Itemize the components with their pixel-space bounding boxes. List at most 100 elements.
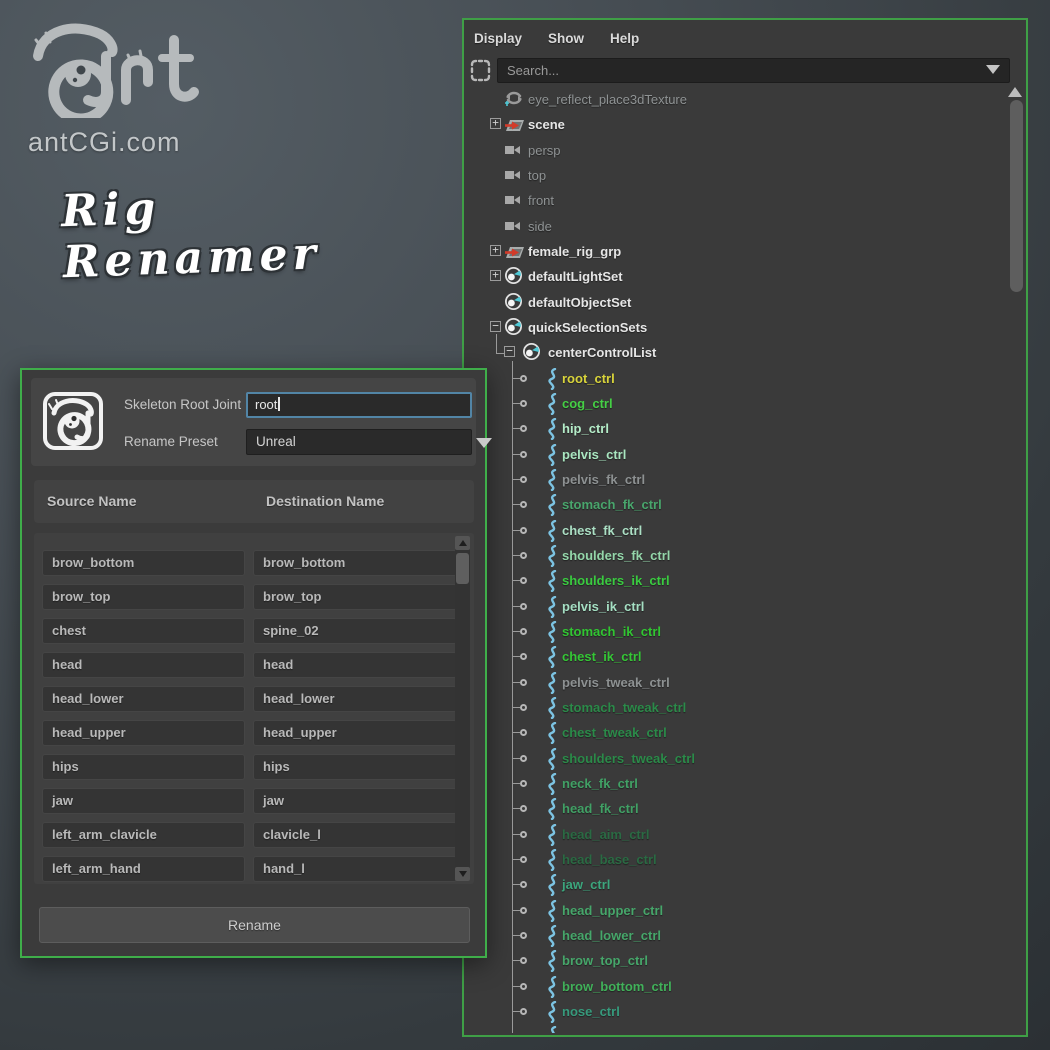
outliner-scrollbar-thumb[interactable] [1010, 100, 1023, 292]
scroll-down-button[interactable] [455, 867, 470, 881]
outliner-item-head_aim_ctrl[interactable]: head_aim_ctrl [464, 822, 1006, 847]
outliner-item-scene[interactable]: + scene [464, 112, 1006, 137]
selection-filter-icon[interactable] [470, 59, 491, 82]
tree-branch-line [512, 732, 520, 734]
outliner-item[interactable] [464, 1024, 1006, 1033]
source-cell[interactable]: head_lower [42, 686, 245, 712]
outliner-item-stomach_fk_ctrl[interactable]: stomach_fk_ctrl [464, 492, 1006, 517]
outliner-item-neck_fk_ctrl[interactable]: neck_fk_ctrl [464, 771, 1006, 796]
rename-preset-dropdown[interactable]: Unreal [246, 429, 472, 455]
table-row: brow_bottom brow_bottom [34, 550, 474, 576]
tree-branch-line [512, 529, 520, 531]
source-cell[interactable]: hips [42, 754, 245, 780]
tree-item-label: scene [528, 117, 565, 133]
outliner-item-quickSelectionSets[interactable]: − quickSelectionSets [464, 315, 1006, 340]
outliner-item-side[interactable]: side [464, 214, 1006, 239]
destination-cell[interactable]: head [253, 652, 457, 678]
source-cell[interactable]: jaw [42, 788, 245, 814]
outliner-item-shoulders_tweak_ctrl[interactable]: shoulders_tweak_ctrl [464, 746, 1006, 771]
destination-cell[interactable]: hand_l [253, 856, 457, 882]
outliner-item-defaultLightSet[interactable]: + defaultLightSet [464, 264, 1006, 289]
outliner-item-chest_fk_ctrl[interactable]: chest_fk_ctrl [464, 518, 1006, 543]
outliner-item-cog_ctrl[interactable]: cog_ctrl [464, 391, 1006, 416]
skeleton-root-joint-input[interactable]: root [246, 392, 472, 418]
source-cell[interactable]: chest [42, 618, 245, 644]
outliner-item-pelvis_tweak_ctrl[interactable]: pelvis_tweak_ctrl [464, 670, 1006, 695]
outliner-item-eye_reflect_place3dTexture[interactable]: eye_reflect_place3dTexture [464, 87, 1006, 112]
destination-cell[interactable]: jaw [253, 788, 457, 814]
outliner-item-stomach_ik_ctrl[interactable]: stomach_ik_ctrl [464, 619, 1006, 644]
outliner-item-hip_ctrl[interactable]: hip_ctrl [464, 416, 1006, 441]
outliner-item-pelvis_ctrl[interactable]: pelvis_ctrl [464, 442, 1006, 467]
tree-branch-line [512, 630, 520, 632]
outliner-item-shoulders_fk_ctrl[interactable]: shoulders_fk_ctrl [464, 543, 1006, 568]
outliner-item-jaw_ctrl[interactable]: jaw_ctrl [464, 872, 1006, 897]
tree-branch-line [512, 833, 520, 835]
search-input[interactable]: Search... [497, 58, 1010, 83]
tree-item-label: pelvis_tweak_ctrl [562, 674, 670, 690]
destination-cell[interactable]: spine_02 [253, 618, 457, 644]
destination-cell[interactable]: brow_top [253, 584, 457, 610]
set-member-dot [520, 450, 527, 458]
source-cell[interactable]: brow_bottom [42, 550, 245, 576]
destination-cell[interactable]: head_lower [253, 686, 457, 712]
rename-button[interactable]: Rename [39, 907, 470, 943]
outliner-panel: Display Show Help Search... eye_reflect_… [462, 18, 1028, 1037]
outliner-item-chest_tweak_ctrl[interactable]: chest_tweak_ctrl [464, 720, 1006, 745]
tree-item-label: stomach_tweak_ctrl [562, 699, 687, 715]
outliner-item-centerControlList[interactable]: − centerControlList [464, 340, 1006, 365]
outliner-item-female_rig_grp[interactable]: + female_rig_grp [464, 239, 1006, 264]
tree-branch-line [512, 985, 520, 987]
destination-cell[interactable]: clavicle_l [253, 822, 457, 848]
scroll-up-button[interactable] [455, 536, 470, 550]
outliner-item-persp[interactable]: persp [464, 138, 1006, 163]
outliner-item-shoulders_ik_ctrl[interactable]: shoulders_ik_ctrl [464, 568, 1006, 593]
expand-plus-icon[interactable]: + [490, 117, 501, 130]
scroll-up-arrow-icon[interactable] [1008, 87, 1022, 97]
outliner-item-brow_top_ctrl[interactable]: brow_top_ctrl [464, 948, 1006, 973]
outliner-item-defaultObjectSet[interactable]: defaultObjectSet [464, 290, 1006, 315]
destination-cell[interactable]: brow_bottom [253, 550, 457, 576]
tree-item-label: centerControlList [548, 345, 657, 361]
site-url: antCGi.com [28, 127, 181, 157]
destination-cell[interactable]: head_upper [253, 720, 457, 746]
menu-display[interactable]: Display [474, 31, 522, 46]
outliner-item-pelvis_ik_ctrl[interactable]: pelvis_ik_ctrl [464, 594, 1006, 619]
text-caret [278, 397, 280, 411]
outliner-item-brow_bottom_ctrl[interactable]: brow_bottom_ctrl [464, 974, 1006, 999]
outliner-item-chest_ik_ctrl[interactable]: chest_ik_ctrl [464, 644, 1006, 669]
destination-cell[interactable]: hips [253, 754, 457, 780]
menu-help[interactable]: Help [610, 31, 639, 46]
table-scrollbar[interactable] [455, 536, 470, 881]
outliner-item-head_base_ctrl[interactable]: head_base_ctrl [464, 847, 1006, 872]
source-cell[interactable]: head [42, 652, 245, 678]
outliner-item-top[interactable]: top [464, 163, 1006, 188]
set-member-dot [520, 551, 527, 559]
outliner-item-nose_ctrl[interactable]: nose_ctrl [464, 999, 1006, 1024]
search-dropdown-arrow-icon[interactable] [986, 65, 1000, 74]
dropdown-arrow-icon[interactable] [476, 438, 492, 448]
outliner-item-front[interactable]: front [464, 188, 1006, 213]
source-cell[interactable]: left_arm_clavicle [42, 822, 245, 848]
outliner-item-stomach_tweak_ctrl[interactable]: stomach_tweak_ctrl [464, 695, 1006, 720]
source-cell[interactable]: head_upper [42, 720, 245, 746]
outliner-item-root_ctrl[interactable]: root_ctrl [464, 366, 1006, 391]
menu-show[interactable]: Show [548, 31, 584, 46]
renamer-header-section: Skeleton Root Joint root Rename Preset U… [31, 378, 492, 466]
expand-plus-icon[interactable]: + [490, 269, 501, 282]
source-cell[interactable]: left_arm_hand [42, 856, 245, 882]
outliner-item-head_upper_ctrl[interactable]: head_upper_ctrl [464, 898, 1006, 923]
set-member-dot [520, 729, 527, 737]
outliner-item-head_lower_ctrl[interactable]: head_lower_ctrl [464, 923, 1006, 948]
source-cell[interactable]: brow_top [42, 584, 245, 610]
tree-item-label: chest_ik_ctrl [562, 649, 642, 665]
outliner-search-row: Search... [464, 56, 1026, 87]
destination-name-header: Destination Name [266, 493, 385, 509]
collapse-minus-icon[interactable]: − [504, 345, 515, 358]
outliner-item-pelvis_fk_ctrl[interactable]: pelvis_fk_ctrl [464, 467, 1006, 492]
collapse-minus-icon[interactable]: − [490, 320, 501, 332]
set-member-dot [520, 855, 527, 863]
expand-plus-icon[interactable]: + [490, 244, 501, 256]
table-scrollbar-thumb[interactable] [456, 553, 469, 584]
outliner-item-head_fk_ctrl[interactable]: head_fk_ctrl [464, 796, 1006, 821]
